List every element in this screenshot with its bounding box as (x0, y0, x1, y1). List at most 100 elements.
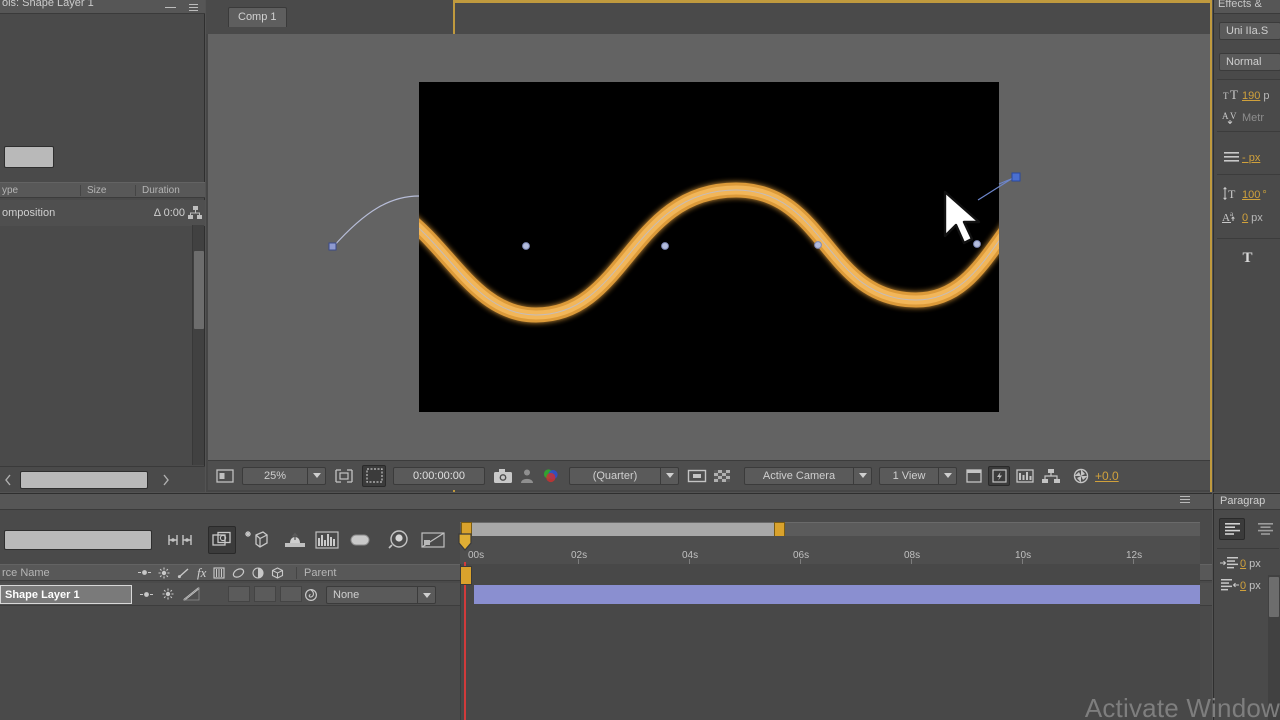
chevron-down-icon[interactable] (853, 468, 871, 484)
switch-box[interactable] (254, 586, 276, 602)
baseline-shift-unit: px (1251, 212, 1263, 224)
graph-editor-icon[interactable] (314, 529, 340, 551)
comp-mini-flowchart-view-icon[interactable] (420, 530, 446, 550)
project-col-type[interactable]: ype (0, 185, 80, 196)
work-area-span[interactable] (464, 523, 780, 537)
chevron-down-icon[interactable] (307, 468, 325, 484)
snapshot-icon[interactable] (492, 467, 514, 485)
parent-pickwhip-icon[interactable] (304, 588, 318, 602)
motion-blur-icon[interactable] (282, 530, 308, 550)
tracking-row: - px (1220, 148, 1280, 168)
timeline-tabstrip[interactable] (0, 494, 1212, 510)
timeline-playhead[interactable] (464, 562, 466, 720)
vertical-scale-value[interactable]: 100 (1242, 189, 1260, 201)
draft-3d-button[interactable] (208, 526, 236, 554)
project-search-input[interactable] (4, 146, 54, 168)
playhead-marker-icon[interactable] (457, 533, 473, 551)
exposure-icon[interactable] (1070, 467, 1092, 485)
current-time-display[interactable]: 0:00:00:00 (393, 467, 485, 485)
grid-and-guides-icon[interactable] (333, 466, 355, 486)
font-family-dropdown[interactable]: Uni IIa.S (1219, 22, 1280, 40)
resolution-dropdown[interactable]: (Quarter) (569, 467, 679, 485)
align-left-button[interactable] (1219, 518, 1245, 540)
work-area-strip[interactable] (460, 522, 1200, 537)
panel-menu-icon[interactable] (1180, 496, 1190, 503)
timeline-ruler[interactable]: 00s 02s 04s 06s 08s 10s 12s (460, 536, 1200, 564)
font-size-value[interactable]: 190 (1242, 90, 1260, 102)
composition-canvas[interactable] (419, 82, 999, 412)
timeline-search-input[interactable] (4, 530, 152, 550)
transparency-grid-icon[interactable] (712, 467, 732, 485)
chevron-down-icon[interactable] (938, 468, 956, 484)
kerning-value[interactable]: Metr (1242, 112, 1264, 124)
switch-box[interactable] (280, 586, 302, 602)
parent-dropdown[interactable]: None (326, 586, 436, 604)
indent-left-value[interactable]: 0 (1240, 558, 1246, 570)
project-col-duration[interactable]: Duration (135, 185, 205, 196)
renderer-3d-icon[interactable] (243, 529, 269, 551)
vertical-scale-unit: ° (1262, 189, 1266, 201)
svg-text:T: T (1230, 87, 1238, 102)
project-panel-tab-label[interactable]: ols: Shape Layer 1 (2, 0, 94, 9)
project-scrollbar[interactable] (192, 225, 204, 465)
solo-toggle-icon[interactable] (162, 588, 174, 600)
align-center-button[interactable] (1252, 518, 1278, 540)
project-panel-tabstrip[interactable]: ols: Shape Layer 1 (0, 0, 205, 14)
region-of-interest-icon[interactable] (686, 467, 708, 485)
paragraph-tabstrip[interactable]: Paragrap (1214, 494, 1280, 510)
camera-view-dropdown[interactable]: Active Camera (744, 467, 872, 485)
chevron-right-icon[interactable] (160, 472, 172, 488)
zoom-level-dropdown[interactable]: 25% (242, 467, 326, 485)
exposure-value[interactable]: +0.0 (1095, 469, 1119, 483)
timeline-panel-icon[interactable] (1014, 467, 1036, 485)
character-panel-tab-label[interactable]: Effects & (1218, 0, 1262, 10)
chevron-down-icon[interactable] (417, 587, 435, 603)
current-timecode: 0:00:00:00 (394, 470, 484, 482)
project-scrollbar-thumb[interactable] (194, 251, 204, 329)
fast-previews-button[interactable] (988, 466, 1010, 486)
indent-left-icon (1218, 556, 1240, 573)
kerning-row: A V Metr (1220, 108, 1280, 128)
minimize-icon[interactable] (161, 1, 179, 13)
tracking-value[interactable]: - px (1242, 152, 1260, 164)
project-column-headers: ype Size Duration (0, 182, 205, 198)
baseline-shift-value[interactable]: 0 (1242, 212, 1248, 224)
layer-duration-bar[interactable] (474, 585, 1200, 604)
indent-right-icon (1218, 578, 1240, 595)
video-toggle-icon[interactable] (140, 589, 153, 600)
view-layout-dropdown[interactable]: 1 View (879, 467, 957, 485)
chevron-down-icon[interactable] (660, 468, 678, 484)
project-bottom-slider[interactable] (20, 471, 148, 489)
project-col-size[interactable]: Size (80, 185, 135, 196)
mask-visibility-toggle[interactable] (362, 465, 386, 487)
tick-label: 10s (1015, 550, 1031, 561)
character-panel-tabstrip[interactable]: Effects & (1214, 0, 1280, 14)
flowchart-icon[interactable] (187, 205, 203, 221)
layer-name-field[interactable]: Shape Layer 1 (0, 585, 132, 604)
auto-keyframe-pill-icon[interactable] (348, 530, 372, 550)
paragraph-tab-label[interactable]: Paragrap (1220, 495, 1265, 507)
project-item-row[interactable]: omposition Δ 0:00 (0, 200, 205, 226)
brainstorm-icon[interactable] (386, 529, 412, 551)
timeline-scrollbar-thumb[interactable] (1269, 577, 1279, 617)
active-panel-highlight-right (1210, 0, 1212, 492)
show-snapshot-icon[interactable] (518, 467, 536, 485)
chevron-left-icon[interactable] (2, 472, 14, 488)
indent-right-value[interactable]: 0 (1240, 580, 1246, 592)
font-style-dropdown[interactable]: Normal (1219, 53, 1280, 71)
panel-menu-icon[interactable] (185, 1, 201, 13)
composition-mini-flowchart-icon[interactable] (166, 530, 194, 550)
pixel-aspect-correction-icon[interactable] (964, 467, 984, 485)
composition-stage[interactable] (208, 34, 1210, 460)
switch-box[interactable] (228, 586, 250, 602)
always-preview-icon[interactable] (215, 467, 235, 485)
vertical-scale-icon: T (1220, 186, 1242, 204)
layer-switch-boxes (228, 586, 302, 602)
time-indicator-handle[interactable] (460, 566, 472, 585)
col-parent[interactable]: Parent (296, 567, 446, 579)
col-source-name[interactable]: rce Name (0, 567, 128, 579)
comp-flowchart-icon[interactable] (1040, 467, 1062, 485)
tab-comp-1[interactable]: Comp 1 (228, 7, 287, 27)
channel-icon[interactable] (540, 467, 562, 485)
faux-bold-button[interactable]: T (1214, 250, 1280, 267)
